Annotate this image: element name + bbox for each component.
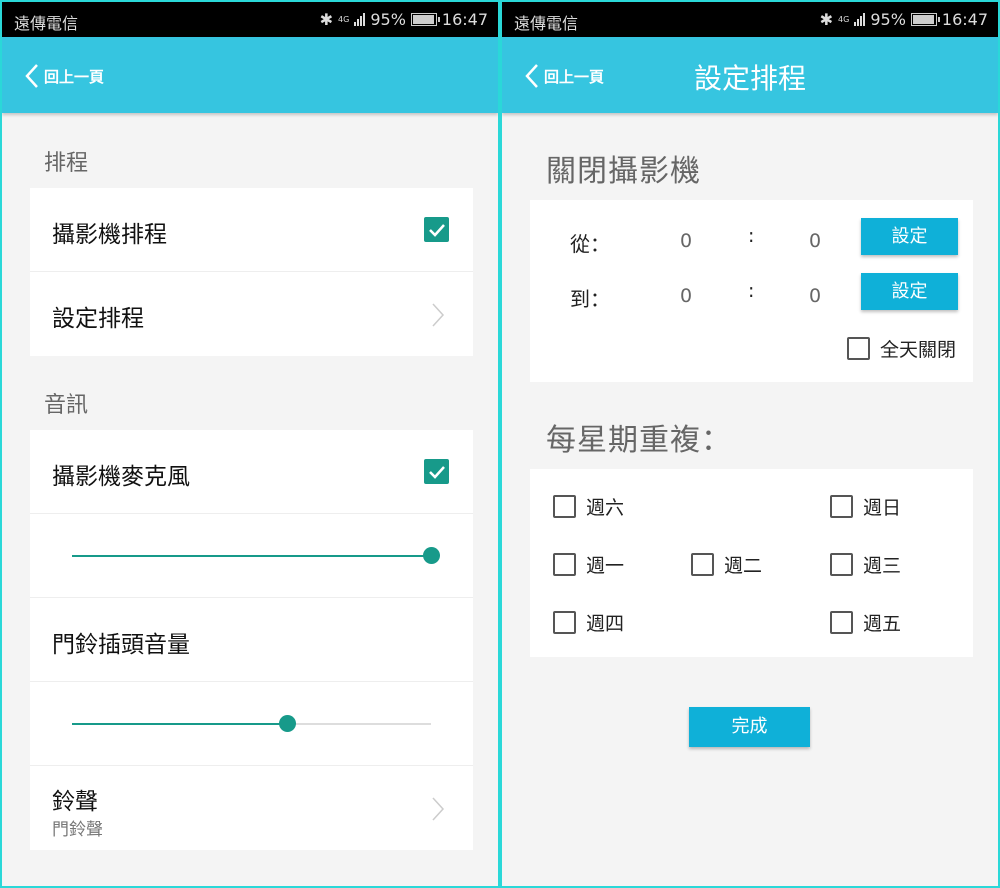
day-checkbox-sun[interactable]: 週日 [830, 493, 901, 520]
set-schedule-row[interactable]: 設定排程 [30, 272, 473, 356]
to-hour[interactable]: 0 [680, 285, 692, 307]
day-checkbox-sat[interactable]: 週六 [553, 493, 624, 520]
camera-off-card: 從： 0 : 0 設定 到： 0 : 0 設定 全天關閉 [530, 200, 973, 382]
chevron-left-icon [25, 64, 38, 88]
checkbox-box[interactable] [553, 495, 576, 518]
checkbox-label: 週日 [863, 497, 902, 519]
check-icon [429, 466, 445, 479]
row-sublabel: 門鈴聲 [52, 820, 103, 840]
clock: 16:47 [441, 10, 488, 29]
day-checkbox-fri[interactable]: 週五 [830, 609, 901, 636]
day-checkbox-wed[interactable]: 週三 [830, 551, 901, 578]
mic-volume-slider[interactable] [72, 547, 440, 564]
time-separator: : [748, 280, 755, 302]
checkbox-label: 週五 [863, 613, 902, 635]
audio-card: 攝影機麥克風 門鈴插頭音量 鈴聲 門鈴聲 [30, 430, 473, 850]
done-button[interactable]: 完成 [689, 707, 810, 747]
set-to-button[interactable]: 設定 [861, 273, 958, 310]
app-bar: 回上一頁 設定排程 [502, 37, 998, 113]
checkbox-box[interactable] [830, 495, 853, 518]
section-title-schedule: 排程 [44, 151, 89, 176]
battery-percent: 95% [870, 10, 906, 29]
schedule-card: 攝影機排程 設定排程 [30, 188, 473, 356]
checkbox-box[interactable] [830, 611, 853, 634]
battery-icon [410, 13, 440, 26]
chevron-right-icon [432, 303, 445, 327]
mic-volume-row [30, 514, 473, 598]
checkbox-label: 週一 [586, 555, 625, 577]
row-label: 攝影機排程 [52, 222, 167, 248]
app-bar: 回上一頁 [2, 37, 498, 113]
checkbox-label: 週六 [586, 497, 625, 519]
bluetooth-icon: ✱ [319, 10, 334, 29]
camera-off-title: 關閉攝影機 [546, 154, 701, 189]
check-icon [429, 224, 445, 237]
row-label: 攝影機麥克風 [52, 464, 190, 490]
to-minute[interactable]: 0 [809, 285, 821, 307]
from-hour[interactable]: 0 [680, 230, 692, 252]
row-label: 鈴聲 [52, 789, 98, 815]
battery-percent: 95% [370, 10, 406, 29]
checkbox-label: 週三 [863, 555, 902, 577]
checkbox-box[interactable] [691, 553, 714, 576]
row-label: 門鈴插頭音量 [52, 632, 190, 658]
checkbox-box[interactable] [553, 611, 576, 634]
time-separator: : [748, 225, 755, 247]
checkbox-label: 週四 [586, 613, 625, 635]
signal-icon [854, 13, 866, 26]
to-label: 到： [570, 287, 610, 311]
battery-icon [910, 13, 940, 26]
all-day-off-checkbox[interactable]: 全天關閉 [847, 335, 956, 362]
network-type: 4G [338, 15, 350, 24]
chevron-right-icon [432, 797, 445, 821]
set-schedule-screen: 遠傳電信 ✱ 4G 95% 16:47 回上一頁 設定排程 關閉攝影機 從： 0… [500, 0, 1000, 888]
slider-thumb[interactable] [279, 715, 297, 732]
slider-thumb[interactable] [423, 547, 440, 564]
checkbox-label: 全天關閉 [880, 339, 957, 361]
camera-mic-row[interactable]: 攝影機麥克風 [30, 430, 473, 514]
set-from-button[interactable]: 設定 [861, 218, 958, 255]
clock: 16:47 [941, 10, 988, 29]
checkbox-label: 週二 [724, 555, 763, 577]
status-bar: 遠傳電信 ✱ 4G 95% 16:47 [502, 2, 998, 37]
weekday-card: 週六 週日 週一 週二 週三 週四 週五 [530, 469, 973, 657]
day-checkbox-thu[interactable]: 週四 [553, 609, 624, 636]
camera-mic-checkbox[interactable] [424, 459, 449, 484]
ringtone-row[interactable]: 鈴聲 門鈴聲 [30, 766, 473, 850]
back-label: 回上一頁 [44, 67, 105, 86]
from-minute[interactable]: 0 [809, 230, 821, 252]
doorbell-volume-slider[interactable] [72, 715, 431, 732]
row-label: 設定排程 [52, 306, 144, 332]
checkbox-box[interactable] [847, 337, 870, 360]
doorbell-volume-row: 門鈴插頭音量 [30, 598, 473, 682]
section-title-audio: 音訊 [44, 393, 89, 418]
camera-schedule-checkbox[interactable] [424, 217, 449, 242]
network-type: 4G [838, 15, 850, 24]
carrier: 遠傳電信 [514, 14, 579, 33]
page-title: 設定排程 [693, 62, 806, 95]
status-bar: 遠傳電信 ✱ 4G 95% 16:47 [2, 2, 498, 37]
back-button[interactable]: 回上一頁 [24, 63, 104, 89]
signal-icon [354, 13, 366, 26]
camera-schedule-row[interactable]: 攝影機排程 [30, 188, 473, 272]
carrier: 遠傳電信 [14, 14, 79, 33]
settings-screen: 遠傳電信 ✱ 4G 95% 16:47 回上一頁 排程 攝影機排程 設定排程 音… [0, 0, 500, 888]
bluetooth-icon: ✱ [819, 10, 834, 29]
doorbell-volume-slider-row [30, 682, 473, 766]
day-checkbox-mon[interactable]: 週一 [553, 551, 624, 578]
checkbox-box[interactable] [830, 553, 853, 576]
weekly-repeat-title: 每星期重複： [546, 423, 732, 458]
from-label: 從： [570, 232, 610, 256]
checkbox-box[interactable] [553, 553, 576, 576]
day-checkbox-tue[interactable]: 週二 [691, 551, 762, 578]
